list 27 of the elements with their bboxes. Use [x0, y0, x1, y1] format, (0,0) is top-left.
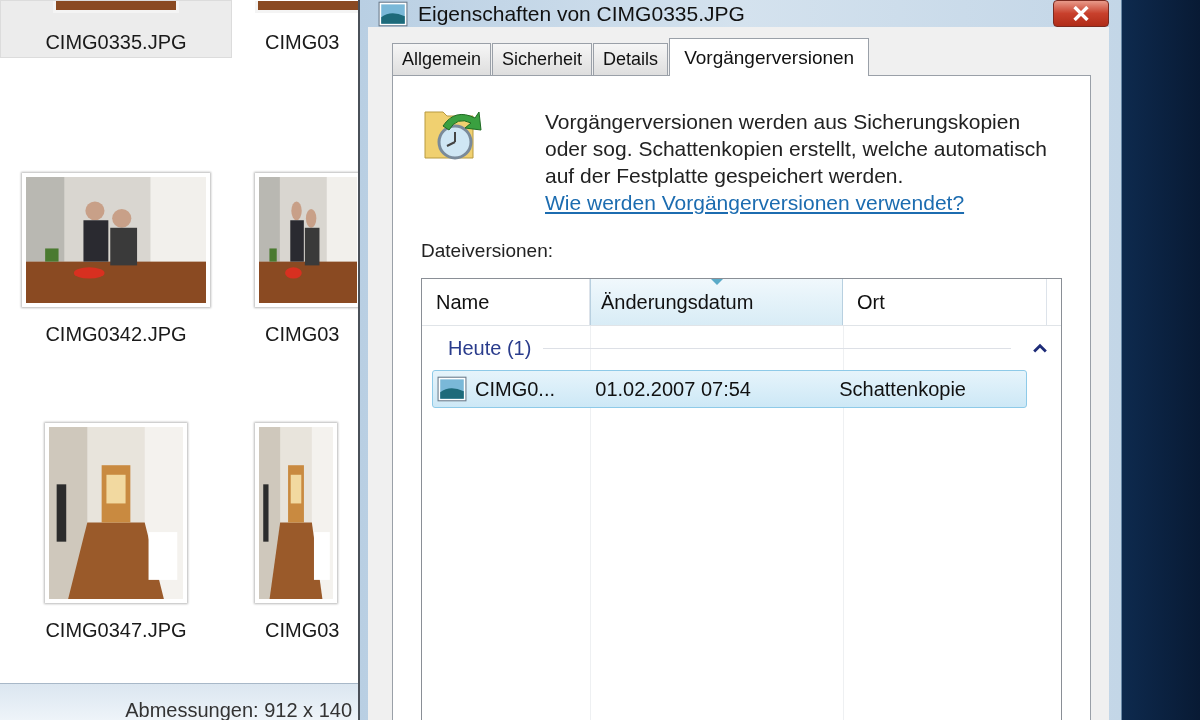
collapse-chevron-icon[interactable]: [1033, 343, 1047, 353]
tab[interactable]: Allgemein: [392, 43, 492, 75]
file-name[interactable]: CIMG0342.JPG: [45, 323, 187, 346]
window-title: Eigenschaften von CIMG0335.JPG: [418, 1, 746, 26]
image-file-icon: [437, 376, 467, 402]
description-text: Vorgängerversionen werden aus Sicherungskopien oder sog. Schattenkopien erstellt, welche automatisch auf der Festplatte gespeichert werden. Wie werden Vorgängerversionen verwendet?: [545, 109, 1048, 216]
file-name[interactable]: CIMG03: [255, 323, 340, 346]
table-cell: 01.02.2007 07:54: [595, 377, 751, 401]
table-cell: Schattenkopie: [839, 377, 966, 401]
table-cell: CIMG0...: [475, 377, 555, 401]
column-header[interactable]: Änderungsdatum: [590, 279, 843, 325]
image-file-icon: [378, 0, 408, 27]
close-button[interactable]: [1053, 0, 1109, 27]
list-label: Dateiversionen:: [421, 240, 555, 262]
tab[interactable]: Vorgängerversionen: [669, 38, 870, 76]
tab[interactable]: Sicherheit: [492, 43, 593, 75]
file-version-row[interactable]: CIMG0... 01.02.2007 07:54 Schattenkopie: [432, 370, 1027, 408]
group-header[interactable]: Heute (1): [448, 336, 532, 360]
help-link[interactable]: Wie werden Vorgängerversionen verwendet?: [545, 191, 965, 214]
sort-arrow-icon: [710, 279, 723, 285]
file-name[interactable]: CIMG03: [255, 31, 340, 54]
file-name[interactable]: CIMG0347.JPG: [45, 619, 187, 642]
file-name[interactable]: CIMG0335.JPG: [45, 31, 187, 54]
column-header[interactable]: Ort: [843, 279, 1047, 325]
tab[interactable]: Details: [593, 43, 669, 75]
close-icon: [1072, 6, 1090, 21]
file-name[interactable]: CIMG03: [255, 619, 340, 642]
